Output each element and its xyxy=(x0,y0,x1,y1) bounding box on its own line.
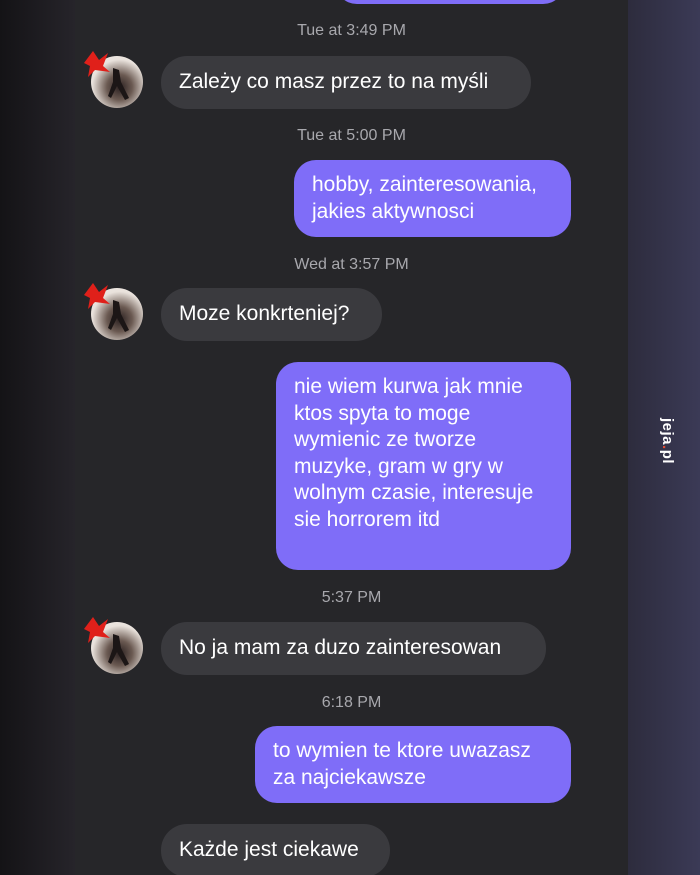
message-bubble-incoming[interactable]: Każde jest ciekawe xyxy=(161,824,390,875)
message-timestamp: Tue at 3:49 PM xyxy=(297,22,406,39)
watermark-brand: jeja xyxy=(659,418,676,446)
previous-message-bubble-edge xyxy=(335,0,565,4)
chat-thread[interactable]: Tue at 3:49 PM Zależy co masz przez to n… xyxy=(75,0,628,875)
message-timestamp: 6:18 PM xyxy=(321,694,382,711)
site-watermark: jeja.pl xyxy=(659,418,676,464)
contact-avatar[interactable] xyxy=(84,617,143,674)
message-bubble-outgoing[interactable]: hobby, zainteresowania, jakies aktywnosc… xyxy=(294,160,571,237)
message-bubble-outgoing[interactable]: to wymien te ktore uwazasz za najciekaws… xyxy=(255,726,571,803)
dark-figure-icon xyxy=(108,634,129,666)
message-timestamp: Wed at 3:57 PM xyxy=(294,256,409,273)
message-bubble-outgoing[interactable]: nie wiem kurwa jak mnie ktos spyta to mo… xyxy=(276,362,571,570)
message-timestamp: 5:37 PM xyxy=(321,589,382,606)
dark-figure-icon xyxy=(108,68,129,100)
contact-avatar[interactable] xyxy=(84,51,143,108)
contact-avatar[interactable] xyxy=(84,283,143,340)
message-timestamp: Tue at 5:00 PM xyxy=(297,127,406,144)
message-bubble-incoming[interactable]: Moze konkrteniej? xyxy=(161,288,382,341)
dark-figure-icon xyxy=(108,300,129,332)
message-bubble-incoming[interactable]: Zależy co masz przez to na myśli xyxy=(161,56,531,109)
message-bubble-incoming[interactable]: No ja mam za duzo zainteresowan xyxy=(161,622,546,675)
left-background-panel xyxy=(0,0,75,875)
watermark-tld: pl xyxy=(659,449,676,465)
